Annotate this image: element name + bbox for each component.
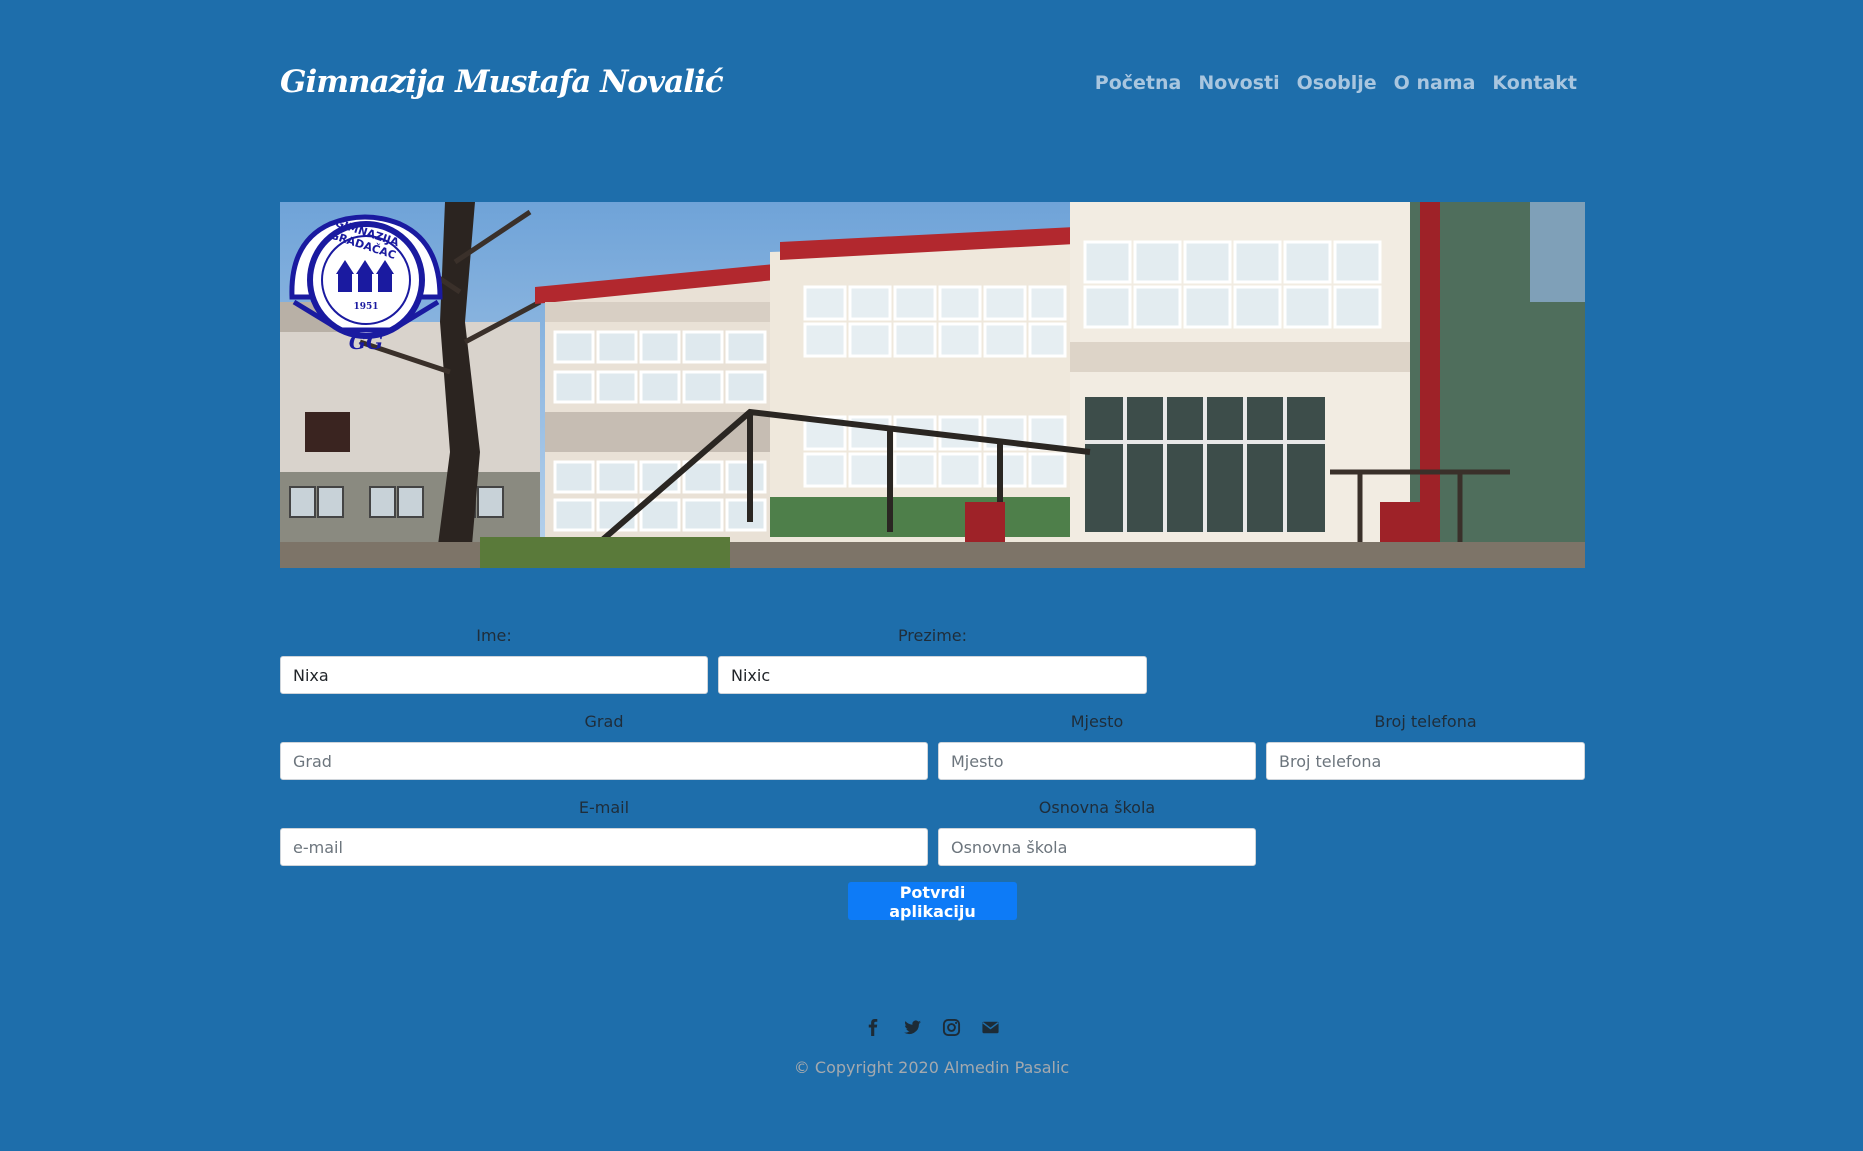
prezime-label: Prezime:: [897, 626, 968, 645]
logo-year: 1951: [353, 302, 379, 312]
social-links: [0, 1018, 1863, 1037]
submit-application-button[interactable]: Potvrdi aplikaciju: [848, 882, 1017, 921]
nav-link-o-nama[interactable]: O nama: [1394, 72, 1476, 94]
instagram-icon[interactable]: [942, 1018, 961, 1037]
nav-link-kontakt[interactable]: Kontakt: [1492, 72, 1577, 94]
email-label: E-mail: [578, 798, 630, 817]
mjesto-label: Mjesto: [1070, 712, 1124, 731]
envelope-icon[interactable]: [981, 1018, 1000, 1037]
main-nav: Početna Novosti Osoblje O nama Kontakt: [1095, 72, 1577, 94]
copyright-text: © Copyright 2020 Almedin Pasalic: [793, 1058, 1070, 1077]
osnovna-skola-input[interactable]: [938, 828, 1256, 866]
prezime-input[interactable]: [718, 656, 1147, 694]
nav-link-novosti[interactable]: Novosti: [1198, 72, 1279, 94]
osnovna-skola-label: Osnovna škola: [1038, 798, 1156, 817]
grad-label: Grad: [584, 712, 624, 731]
ime-input[interactable]: [280, 656, 708, 694]
facebook-icon[interactable]: [864, 1018, 883, 1037]
hero-school-photo: GIMNAZIJA GRADAČAC 1951 GG: [280, 202, 1585, 568]
broj-telefona-input[interactable]: [1266, 742, 1585, 780]
school-building-illustration: [280, 202, 1585, 568]
site-header: Gimnazija Mustafa Novalić Početna Novost…: [280, 60, 1585, 110]
grad-input[interactable]: [280, 742, 928, 780]
nav-link-osoblje[interactable]: Osoblje: [1297, 72, 1377, 94]
logo-monogram: GG: [348, 330, 384, 354]
ime-label: Ime:: [476, 626, 512, 645]
nav-link-pocetna[interactable]: Početna: [1095, 72, 1182, 94]
brand-logo-link[interactable]: Gimnazija Mustafa Novalić: [280, 64, 724, 100]
email-input[interactable]: [280, 828, 928, 866]
broj-telefona-label: Broj telefona: [1374, 712, 1477, 731]
twitter-icon[interactable]: [903, 1018, 922, 1037]
mjesto-input[interactable]: [938, 742, 1256, 780]
